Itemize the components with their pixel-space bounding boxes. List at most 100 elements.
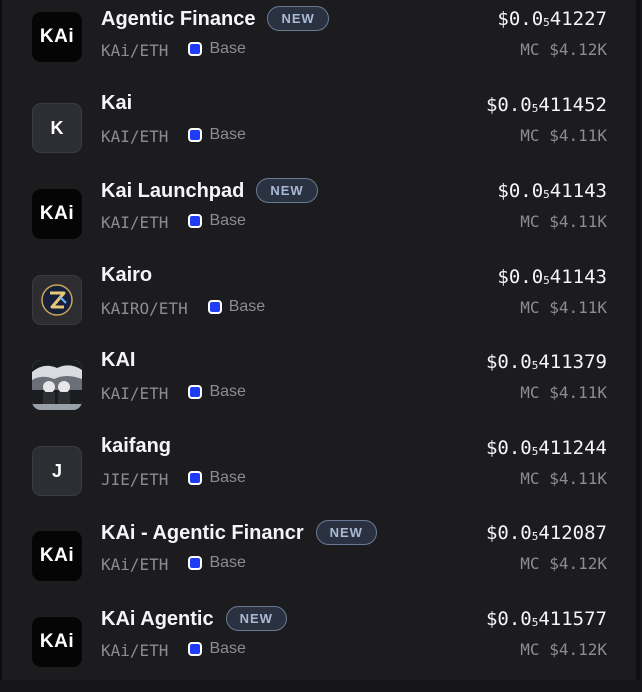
- token-name-text: Kairo: [101, 264, 153, 286]
- token-pair-text: KAi/ETH: [101, 41, 169, 60]
- token-row[interactable]: Kairo KAIRO/ETH Base $0.0541143 MC $4.11K: [2, 264, 638, 350]
- token-pair: KAI/ETH Base: [101, 212, 246, 232]
- chain-name: Base: [209, 469, 246, 486]
- chain-name: Base: [228, 298, 266, 315]
- token-row[interactable]: KAi Agentic Finance NEW KAi/ETH Base $0.05…: [2, 6, 638, 92]
- price-digits: 411577: [538, 608, 607, 630]
- token-name: KAi - Agentic Financr NEW: [101, 520, 377, 545]
- token-price: $0.05411379: [486, 351, 607, 373]
- chain-name: Base: [209, 383, 246, 400]
- base-chain-icon: [188, 214, 203, 228]
- price-prefix: $0.0: [485, 94, 532, 116]
- token-row[interactable]: KAi KAi Agentic NEW KAi/ETH Base $0.054115…: [2, 606, 638, 692]
- new-badge: NEW: [256, 178, 318, 203]
- market-cap: MC $4.12K: [520, 40, 607, 59]
- token-letter: J: [51, 460, 62, 481]
- base-chain-icon: [188, 42, 203, 56]
- token-name: Kai Launchpad NEW: [101, 178, 318, 203]
- token-name-text: KAI: [101, 349, 136, 371]
- token-pair: KAI/ETH Base: [101, 383, 246, 403]
- market-cap: MC $4.11K: [520, 469, 607, 488]
- token-pair: KAi/ETH Base: [101, 640, 246, 660]
- new-badge: NEW: [267, 6, 329, 31]
- kairo-logo-icon: [32, 275, 82, 325]
- price-digits: 41227: [549, 8, 607, 30]
- chain-label: Base: [188, 212, 246, 230]
- base-chain-icon: [188, 128, 203, 142]
- price-digits: 411379: [538, 351, 607, 373]
- token-name: Kai: [101, 92, 132, 115]
- chain-name: Base: [209, 640, 246, 657]
- token-pair-text: KAI/ETH: [101, 127, 169, 146]
- token-name: KAi Agentic NEW: [101, 606, 287, 631]
- token-price: $0.05411244: [486, 437, 607, 459]
- token-name: Agentic Finance NEW: [101, 6, 329, 31]
- token-price: $0.0541143: [497, 180, 607, 202]
- token-name: Kairo: [101, 264, 152, 287]
- token-price: $0.0541143: [497, 266, 607, 288]
- price-zero-count: 5: [543, 188, 550, 201]
- token-pair: KAi/ETH Base: [101, 40, 246, 60]
- token-price: $0.05412087: [486, 522, 607, 544]
- token-avatar: KAi: [32, 617, 82, 667]
- token-photo-icon: [32, 360, 82, 410]
- token-price: $0.0541227: [497, 8, 607, 30]
- price-digits: 41143: [549, 266, 607, 288]
- price-zero-count: 5: [543, 274, 550, 287]
- market-cap: MC $4.12K: [520, 640, 607, 659]
- token-row[interactable]: KAi Kai Launchpad NEW KAI/ETH Base $0.0541…: [2, 178, 638, 264]
- chain-label: Base: [207, 298, 266, 316]
- price-prefix: $0.0: [497, 266, 544, 288]
- token-avatar: KAi: [32, 189, 82, 239]
- base-chain-icon: [188, 556, 203, 570]
- price-digits: 411452: [538, 94, 607, 116]
- token-letter: K: [50, 117, 64, 138]
- token-pair: JIE/ETH Base: [101, 469, 246, 489]
- token-pair-text: KAI/ETH: [101, 213, 169, 232]
- token-avatar: KAi: [32, 12, 82, 62]
- token-row[interactable]: KAi KAi - Agentic Financr NEW KAi/ETH Base…: [2, 520, 638, 606]
- price-prefix: $0.0: [485, 351, 532, 373]
- chain-label: Base: [188, 40, 246, 58]
- token-name-text: KAi - Agentic Financr: [101, 522, 304, 544]
- token-row[interactable]: J kaifang JIE/ETH Base $0.05411244 MC $4.…: [2, 435, 638, 521]
- token-name: kaifang: [101, 435, 171, 458]
- token-pair-text: KAI/ETH: [101, 384, 169, 403]
- kai-logo-icon: KAi: [39, 631, 75, 652]
- price-digits: 41143: [549, 180, 607, 202]
- chain-label: Base: [188, 640, 246, 658]
- token-avatar: KAi: [32, 531, 82, 581]
- chain-label: Base: [188, 383, 246, 401]
- price-zero-count: 5: [543, 16, 550, 29]
- token-pair-text: KAIRO/ETH: [101, 299, 188, 318]
- new-badge: NEW: [315, 520, 377, 545]
- price-prefix: $0.0: [497, 8, 544, 30]
- token-pair-text: KAi/ETH: [101, 641, 169, 660]
- token-pair: KAI/ETH Base: [101, 126, 246, 146]
- chain-name: Base: [209, 212, 246, 229]
- kai-logo-icon: KAi: [39, 26, 75, 47]
- price-prefix: $0.0: [497, 180, 544, 202]
- token-name-text: KAi Agentic: [101, 608, 214, 630]
- chain-label: Base: [188, 554, 246, 572]
- token-name-text: Agentic Finance: [101, 8, 256, 30]
- chain-name: Base: [209, 554, 246, 571]
- token-name-text: Kai Launchpad: [101, 180, 245, 202]
- token-row[interactable]: KAI KAI/ETH Base $0.05411379 MC $4.11K: [2, 349, 638, 435]
- token-price: $0.05411452: [486, 94, 607, 116]
- market-cap: MC $4.11K: [520, 126, 607, 145]
- token-avatar: K: [32, 103, 82, 153]
- chain-label: Base: [188, 469, 246, 487]
- price-digits: 411244: [538, 437, 607, 459]
- base-chain-icon: [188, 471, 203, 485]
- token-pair-text: KAi/ETH: [101, 555, 169, 574]
- token-row[interactable]: K Kai KAI/ETH Base $0.05411452 MC $4.11K: [2, 92, 638, 178]
- base-chain-icon: [207, 300, 222, 314]
- base-chain-icon: [188, 385, 203, 399]
- token-pair-text: JIE/ETH: [101, 470, 169, 489]
- market-cap: MC $4.11K: [520, 212, 607, 231]
- price-digits: 412087: [538, 522, 607, 544]
- token-pair: KAi/ETH Base: [101, 554, 246, 574]
- base-chain-icon: [188, 642, 203, 656]
- price-prefix: $0.0: [485, 608, 532, 630]
